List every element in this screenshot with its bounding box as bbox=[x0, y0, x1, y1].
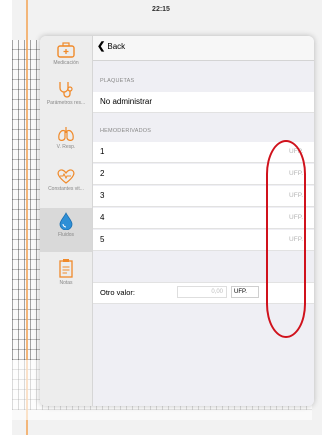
drop-icon bbox=[59, 212, 73, 230]
otro-valor-unit[interactable]: UFP. bbox=[231, 286, 259, 298]
row-label: 4 bbox=[100, 213, 105, 222]
category-sidebar: Medicación Parámetros res... V. Resp. Co… bbox=[40, 36, 93, 406]
chevron-left-icon: ❮ bbox=[97, 41, 106, 52]
sidebar-item-notas[interactable]: Notas bbox=[40, 258, 92, 286]
sidebar-item-constantes[interactable]: Constantes vit... bbox=[40, 168, 92, 192]
sidebar-item-fluidos[interactable]: Fluidos bbox=[40, 208, 92, 252]
row-label: 1 bbox=[100, 147, 105, 156]
back-label: Back bbox=[107, 42, 126, 51]
section-header-plaquetas: PLAQUETAS bbox=[100, 78, 135, 84]
plaquetas-value: No administrar bbox=[100, 97, 153, 106]
annotation-ellipse bbox=[266, 140, 306, 338]
sidebar-item-label: Notas bbox=[59, 280, 73, 286]
back-button[interactable]: ❮ Back bbox=[97, 41, 125, 52]
background-margin bbox=[0, 0, 12, 435]
sidebar-item-label: Parámetros res... bbox=[46, 100, 86, 106]
status-bar-time: 22:15 bbox=[152, 6, 170, 13]
sidebar-item-medicacion[interactable]: Medicación bbox=[40, 42, 92, 66]
sidebar-item-v-resp[interactable]: V. Resp. bbox=[40, 126, 92, 150]
lungs-icon bbox=[58, 127, 74, 141]
row-label: 3 bbox=[100, 191, 105, 200]
heart-monitor-icon bbox=[57, 169, 75, 184]
sidebar-item-label: Medicación bbox=[53, 60, 79, 66]
section-header-hemoderivados: HEMODERIVADOS bbox=[100, 128, 152, 134]
sidebar-item-label: Constantes vit... bbox=[48, 186, 84, 192]
stethoscope-icon bbox=[59, 82, 73, 98]
plaquetas-row[interactable]: No administrar bbox=[93, 92, 314, 113]
otro-valor-label: Otro valor: bbox=[100, 288, 136, 297]
sidebar-item-parametros[interactable]: Parámetros res... bbox=[40, 80, 92, 106]
notepad-icon bbox=[59, 259, 73, 278]
sidebar-item-label: Fluidos bbox=[57, 232, 75, 238]
row-label: 5 bbox=[100, 235, 105, 244]
otro-valor-input[interactable]: 0,00 bbox=[177, 286, 227, 298]
row-label: 2 bbox=[100, 169, 105, 178]
sidebar-item-label: V. Resp. bbox=[56, 144, 76, 150]
navigation-bar: ❮ Back bbox=[93, 36, 314, 61]
briefcase-icon bbox=[57, 42, 75, 58]
